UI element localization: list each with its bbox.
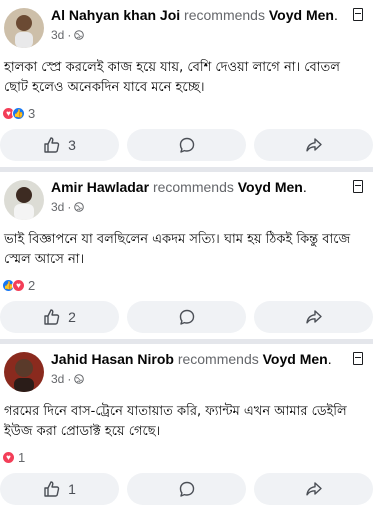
comment-button[interactable] <box>127 301 246 333</box>
author-name[interactable]: Al Nahyan khan Joi <box>51 7 180 23</box>
thumbs-up-icon <box>44 309 60 325</box>
recommends-text: recommends <box>177 351 259 367</box>
reaction-summary[interactable]: ♥ 👍 3 <box>0 102 373 127</box>
post-header: Al Nahyan khan Joi recommends Voyd Men. … <box>0 0 373 48</box>
post-text: হালকা স্প্রে করলেই কাজ হয়ে যায়, বেশি দ… <box>4 60 340 95</box>
reaction-count: 2 <box>28 278 36 293</box>
share-icon <box>305 310 322 324</box>
comment-icon <box>179 137 194 153</box>
comment-button[interactable] <box>127 473 246 505</box>
recommendations-feed: Al Nahyan khan Joi recommends Voyd Men. … <box>0 0 373 508</box>
post-text: ভাই বিজ্ঞাপনে যা বলছিলেন একদম সত্যি। ঘাম… <box>4 232 351 267</box>
post-actions: 2 <box>0 299 373 339</box>
reaction-count: 3 <box>28 106 36 121</box>
author-name[interactable]: Jahid Hasan Nirob <box>51 351 174 367</box>
share-icon <box>305 138 322 152</box>
page-name[interactable]: Voyd Men <box>263 351 328 367</box>
reaction-summary[interactable]: 👍 ♥ 2 <box>0 274 373 299</box>
recommends-text: recommends <box>152 179 234 195</box>
post-meta: 3d · <box>51 26 338 44</box>
share-button[interactable] <box>254 129 373 161</box>
avatar[interactable] <box>4 180 44 220</box>
heart-icon: ♥ <box>12 279 25 292</box>
page-name[interactable]: Voyd Men <box>269 7 334 23</box>
post-time[interactable]: 3d <box>51 26 64 44</box>
post-actions: 3 <box>0 127 373 167</box>
bookmark-icon[interactable] <box>353 8 363 21</box>
post-time[interactable]: 3d <box>51 370 64 388</box>
reaction-summary[interactable]: ♥ 1 <box>0 446 373 471</box>
recommendation-post: Jahid Hasan Nirob recommends Voyd Men. 3… <box>0 339 373 508</box>
post-actions: 1 <box>0 471 373 508</box>
like-button[interactable]: 3 <box>0 129 119 161</box>
like-button[interactable]: 1 <box>0 473 119 505</box>
post-header: Amir Hawladar recommends Voyd Men. 3d · <box>0 172 373 220</box>
post-text: গরমের দিনে বাস-ট্রেনে যাতায়াত করি, ফ্যা… <box>4 404 347 439</box>
bookmark-icon[interactable] <box>353 352 363 365</box>
comment-icon <box>179 309 194 325</box>
post-meta: 3d · <box>51 370 332 388</box>
page-name[interactable]: Voyd Men <box>238 179 303 195</box>
share-icon <box>305 482 322 496</box>
share-button[interactable] <box>254 473 373 505</box>
like-count: 1 <box>68 481 76 497</box>
post-time[interactable]: 3d <box>51 198 64 216</box>
like-count: 2 <box>68 309 76 325</box>
recommendation-post: Amir Hawladar recommends Voyd Men. 3d · … <box>0 167 373 339</box>
like-button[interactable]: 2 <box>0 301 119 333</box>
author-name[interactable]: Amir Hawladar <box>51 179 149 195</box>
thumbs-up-icon <box>44 137 60 153</box>
globe-icon <box>74 202 85 212</box>
reaction-count: 1 <box>18 450 26 465</box>
globe-icon <box>74 374 85 384</box>
avatar[interactable] <box>4 8 44 48</box>
post-header: Jahid Hasan Nirob recommends Voyd Men. 3… <box>0 344 373 392</box>
recommendation-post: Al Nahyan khan Joi recommends Voyd Men. … <box>0 0 373 167</box>
share-button[interactable] <box>254 301 373 333</box>
heart-icon: ♥ <box>2 451 15 464</box>
recommends-text: recommends <box>184 7 265 23</box>
globe-icon <box>74 30 85 40</box>
comment-icon <box>179 481 194 497</box>
like-count: 3 <box>68 137 76 153</box>
bookmark-icon[interactable] <box>353 180 363 193</box>
post-meta: 3d · <box>51 198 307 216</box>
thumbs-up-icon <box>44 481 60 497</box>
comment-button[interactable] <box>127 129 246 161</box>
like-icon: 👍 <box>12 107 25 120</box>
avatar[interactable] <box>4 352 44 392</box>
